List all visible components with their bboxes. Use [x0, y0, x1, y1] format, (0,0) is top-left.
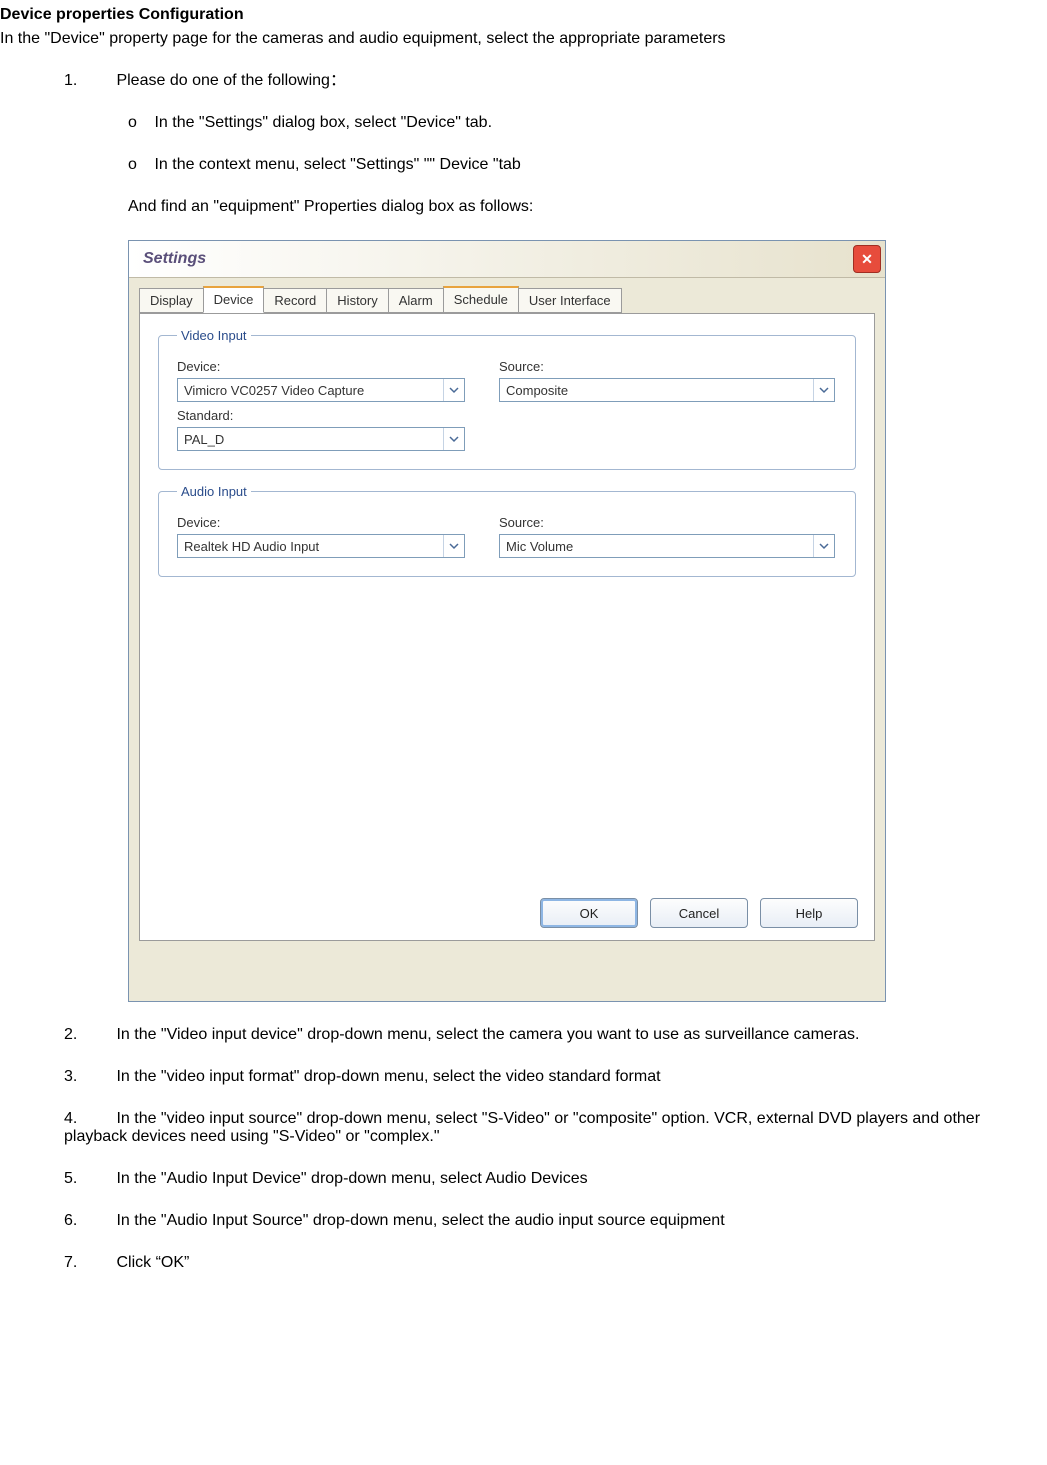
list-number: 7. [64, 1254, 112, 1272]
list-text: In the "Video input device" drop-down me… [116, 1026, 859, 1043]
list-number: 4. [64, 1110, 112, 1128]
tabstrip: Display Device Record History Alarm Sche… [129, 278, 885, 313]
intro-text: In the "Device" property page for the ca… [0, 30, 1047, 48]
close-icon: ✕ [861, 251, 873, 268]
chevron-down-icon [813, 535, 834, 557]
list-number: 1. [64, 72, 112, 90]
list-item-1: 1. Please do one of the following： [64, 66, 1047, 90]
video-input-legend: Video Input [177, 328, 251, 343]
sub-text: In the context menu, select "Settings" "… [154, 156, 520, 173]
list-item-7: 7. Click “OK” [64, 1254, 1047, 1272]
window-title: Settings [143, 250, 206, 268]
audio-device-combo[interactable]: Realtek HD Audio Input [177, 534, 465, 558]
list-number: 2. [64, 1026, 112, 1044]
cancel-button[interactable]: Cancel [650, 898, 748, 928]
tab-alarm[interactable]: Alarm [388, 288, 444, 313]
close-button[interactable]: ✕ [853, 245, 881, 273]
ok-button[interactable]: OK [540, 898, 638, 928]
titlebar: Settings ✕ [129, 241, 885, 278]
list-text: Click “OK” [116, 1254, 189, 1271]
tab-schedule[interactable]: Schedule [443, 286, 519, 313]
video-device-value: Vimicro VC0257 Video Capture [184, 383, 364, 398]
audio-source-combo[interactable]: Mic Volume [499, 534, 835, 558]
audio-source-label: Source: [499, 515, 835, 530]
tab-panel-device: Video Input Device: Vimicro VC0257 Video… [139, 313, 875, 941]
audio-input-legend: Audio Input [177, 484, 251, 499]
sub-bullet: o [128, 156, 150, 174]
list-item-3: 3. In the "video input format" drop-down… [64, 1068, 1047, 1086]
list-number: 5. [64, 1170, 112, 1188]
video-device-label: Device: [177, 359, 465, 374]
list-item-5: 5. In the "Audio Input Device" drop-down… [64, 1170, 1047, 1188]
settings-dialog-screenshot: Settings ✕ Display Device Record History… [128, 240, 1047, 1002]
tab-user-interface[interactable]: User Interface [518, 288, 622, 313]
list-item-4: 4. In the "video input source" drop-down… [64, 1110, 1047, 1146]
video-input-group: Video Input Device: Vimicro VC0257 Video… [158, 328, 856, 470]
video-standard-label: Standard: [177, 408, 465, 423]
tab-record[interactable]: Record [263, 288, 327, 313]
list-sub-item-a: o In the "Settings" dialog box, select "… [128, 114, 1047, 132]
dialog-button-row: OK Cancel Help [540, 898, 858, 928]
video-source-combo[interactable]: Composite [499, 378, 835, 402]
video-standard-combo[interactable]: PAL_D [177, 427, 465, 451]
audio-input-group: Audio Input Device: Realtek HD Audio Inp… [158, 484, 856, 577]
chevron-down-icon [443, 379, 464, 401]
chevron-down-icon [813, 379, 834, 401]
list-text: Please do one of the following： [116, 72, 346, 89]
list-text: In the "video input source" drop-down me… [64, 1110, 980, 1145]
list-sub-item-b: o In the context menu, select "Settings"… [128, 156, 1047, 174]
video-source-label: Source: [499, 359, 835, 374]
settings-window: Settings ✕ Display Device Record History… [128, 240, 886, 1002]
list-text: In the "Audio Input Source" drop-down me… [116, 1212, 724, 1229]
list-text: In the "Audio Input Device" drop-down me… [116, 1170, 587, 1187]
video-standard-value: PAL_D [184, 432, 224, 447]
tab-history[interactable]: History [326, 288, 388, 313]
tab-device[interactable]: Device [203, 286, 265, 313]
video-source-value: Composite [506, 383, 568, 398]
list-number: 6. [64, 1212, 112, 1230]
list-text: In the "video input format" drop-down me… [116, 1068, 660, 1085]
list-number: 3. [64, 1068, 112, 1086]
list-note: And find an "equipment" Properties dialo… [128, 198, 1047, 216]
sub-text: In the "Settings" dialog box, select "De… [154, 114, 492, 131]
list-item-6: 6. In the "Audio Input Source" drop-down… [64, 1212, 1047, 1230]
tab-display[interactable]: Display [139, 288, 204, 313]
chevron-down-icon [443, 535, 464, 557]
chevron-down-icon [443, 428, 464, 450]
page-heading: Device properties Configuration [0, 6, 1047, 24]
video-device-combo[interactable]: Vimicro VC0257 Video Capture [177, 378, 465, 402]
list-item-2: 2. In the "Video input device" drop-down… [64, 1026, 1047, 1044]
audio-source-value: Mic Volume [506, 539, 573, 554]
audio-device-value: Realtek HD Audio Input [184, 539, 319, 554]
sub-bullet: o [128, 114, 150, 132]
audio-device-label: Device: [177, 515, 465, 530]
help-button[interactable]: Help [760, 898, 858, 928]
